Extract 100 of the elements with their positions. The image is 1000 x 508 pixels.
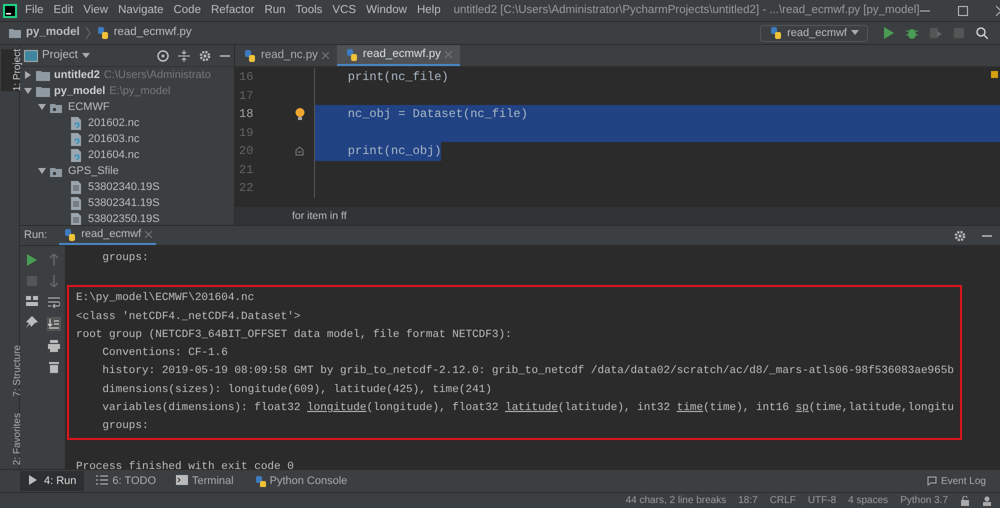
menu-item[interactable]: VCS xyxy=(327,2,362,20)
status-item[interactable]: 18:7 xyxy=(738,493,758,508)
console-line: groups: xyxy=(101,420,149,432)
lightbulb-icon[interactable] xyxy=(294,108,304,120)
expanded-arrow-icon[interactable] xyxy=(38,167,46,175)
wrap-icon[interactable] xyxy=(48,296,60,308)
pin-icon[interactable] xyxy=(26,316,38,328)
folder-icon xyxy=(36,84,50,98)
maximize-icon[interactable] xyxy=(958,6,968,16)
inspector-icon[interactable] xyxy=(982,496,992,506)
menu-item[interactable]: Navigate xyxy=(113,2,168,20)
print-icon[interactable] xyxy=(48,340,60,352)
text-file-icon xyxy=(70,180,84,194)
run-icon[interactable] xyxy=(26,254,36,266)
status-item[interactable]: 4 spaces xyxy=(848,493,888,508)
scroll-to-end-icon[interactable] xyxy=(47,317,61,331)
tool-window-tab[interactable]: 7: Structure xyxy=(0,345,18,397)
window-title: untitled2 [C:\Users\Administrator\PycharmProjects\untitled2] - ...\read_ecmwf.py [py_model] xyxy=(454,2,920,18)
close-icon[interactable] xyxy=(322,52,329,59)
path-hint: C:\Users\Administrato xyxy=(104,68,211,83)
line-number: 19 xyxy=(238,124,254,142)
python-file-icon xyxy=(344,48,359,62)
unknown-file-icon xyxy=(70,116,84,130)
menu-item[interactable]: Code xyxy=(168,2,206,20)
console-line: variables(dimensions): float32 longitude(longitude), float32 latitude(latitude), int32 time(time), int16 sp(time,latitude,longitu xyxy=(101,402,954,414)
search-icon[interactable] xyxy=(976,27,988,39)
layout-icon[interactable] xyxy=(26,296,38,306)
collapse-icon[interactable] xyxy=(178,50,190,62)
close-icon[interactable] xyxy=(145,231,152,238)
python-icon xyxy=(63,228,78,242)
menu-item[interactable]: Edit xyxy=(48,2,78,20)
console-line: Process finished with exit code 0 xyxy=(76,460,294,469)
status-item[interactable]: 44 chars, 2 line breaks xyxy=(626,493,726,508)
breadcrumb-item[interactable]: read_ecmwf.py xyxy=(114,24,192,42)
expanded-arrow-icon[interactable] xyxy=(38,103,46,111)
list-icon xyxy=(96,475,108,487)
menu-item[interactable]: Run xyxy=(259,2,291,20)
tree-item[interactable]: 53802350.19S xyxy=(88,210,160,225)
line-number: 21 xyxy=(238,162,254,179)
tool-window-tab[interactable]: 2: Favorites xyxy=(0,412,18,465)
code-line: nc_obj = Dataset(nc_file) xyxy=(346,106,528,124)
tree-item[interactable]: 53802340.19S xyxy=(88,178,160,196)
lock-icon[interactable] xyxy=(960,496,970,506)
editor-tab[interactable]: read_nc.py xyxy=(235,45,337,66)
status-item[interactable]: UTF-8 xyxy=(808,493,836,508)
console-line: root group (NETCDF3_64BIT_OFFSET data model, file format NETCDF3): xyxy=(76,328,512,341)
status-item[interactable]: CRLF xyxy=(770,493,796,508)
speech-bubble-icon xyxy=(926,476,937,486)
folder-icon xyxy=(8,27,22,39)
settings-icon[interactable] xyxy=(199,50,211,62)
run-configuration-dropdown[interactable]: read_ecmwf xyxy=(760,24,868,42)
tree-item[interactable]: GPS_Sfile xyxy=(68,162,119,180)
tree-item[interactable]: untitled2 xyxy=(54,67,100,84)
breadcrumb-item[interactable]: py_model xyxy=(26,24,80,42)
line-number: 16 xyxy=(238,69,254,86)
folder-icon xyxy=(36,68,50,82)
unknown-file-icon xyxy=(70,132,84,146)
panel-label: Run: xyxy=(24,228,48,244)
tool-window-tab[interactable]: Terminal xyxy=(168,471,242,491)
tree-item[interactable]: 201604.nc xyxy=(88,146,140,164)
settings-icon[interactable] xyxy=(954,230,966,242)
tree-item[interactable]: 201602.nc xyxy=(88,114,140,132)
code-line: print(nc_file) xyxy=(346,69,449,86)
menu-item[interactable]: Tools xyxy=(290,2,328,20)
console-line: history: 2019-05-19 08:09:58 GMT by grib_to_netcdf-2.12.0: grib_to_netcdf /data/data02/scratch/ac/d8/_mars-atls06-98f536083ae965b xyxy=(101,365,954,378)
fold-icon[interactable] xyxy=(295,146,304,156)
chevron-icon xyxy=(84,26,92,40)
event-log-button[interactable]: Event Log xyxy=(926,474,986,488)
app-logo-icon xyxy=(0,2,20,18)
tree-item[interactable]: 53802341.19S xyxy=(88,194,160,212)
line-number: 22 xyxy=(238,180,254,198)
menu-item[interactable]: Refactor xyxy=(206,2,260,20)
bug-icon[interactable] xyxy=(906,27,918,39)
trash-icon[interactable] xyxy=(49,361,59,373)
minimize-icon[interactable] xyxy=(220,54,230,56)
python-icon xyxy=(769,26,784,40)
text-file-icon xyxy=(70,212,84,225)
tree-item[interactable]: ECMWF xyxy=(68,98,110,116)
status-item[interactable]: Python 3.7 xyxy=(900,493,948,508)
tool-window-tab[interactable]: Python Console xyxy=(246,471,356,491)
editor-tab[interactable]: read_ecmwf.py xyxy=(336,45,460,66)
target-icon[interactable] xyxy=(157,50,169,62)
run-icon[interactable] xyxy=(884,27,894,39)
menu-item[interactable]: Help xyxy=(412,2,446,20)
console-line: Conventions: CF-1.6 xyxy=(101,347,228,360)
tree-item[interactable]: 201603.nc xyxy=(88,130,140,148)
menu-item[interactable]: View xyxy=(78,2,114,20)
tool-window-tab[interactable]: 4: Run xyxy=(20,471,84,491)
python-file-icon xyxy=(243,48,257,62)
minimize-icon[interactable] xyxy=(982,234,992,236)
code-breadcrumb[interactable]: for item in ff xyxy=(292,208,347,224)
line-number: 18 xyxy=(238,106,254,124)
tree-item[interactable]: py_model xyxy=(54,82,106,100)
tool-window-tab[interactable]: 6: TODO xyxy=(88,471,164,491)
menu-item[interactable]: Window xyxy=(361,2,412,20)
warning-marker-icon[interactable] xyxy=(991,71,998,78)
expanded-arrow-icon[interactable] xyxy=(24,87,32,95)
menu-item[interactable]: File xyxy=(20,2,49,20)
collapsed-arrow-icon[interactable] xyxy=(24,71,32,79)
project-view-dropdown[interactable]: Project xyxy=(42,46,90,64)
